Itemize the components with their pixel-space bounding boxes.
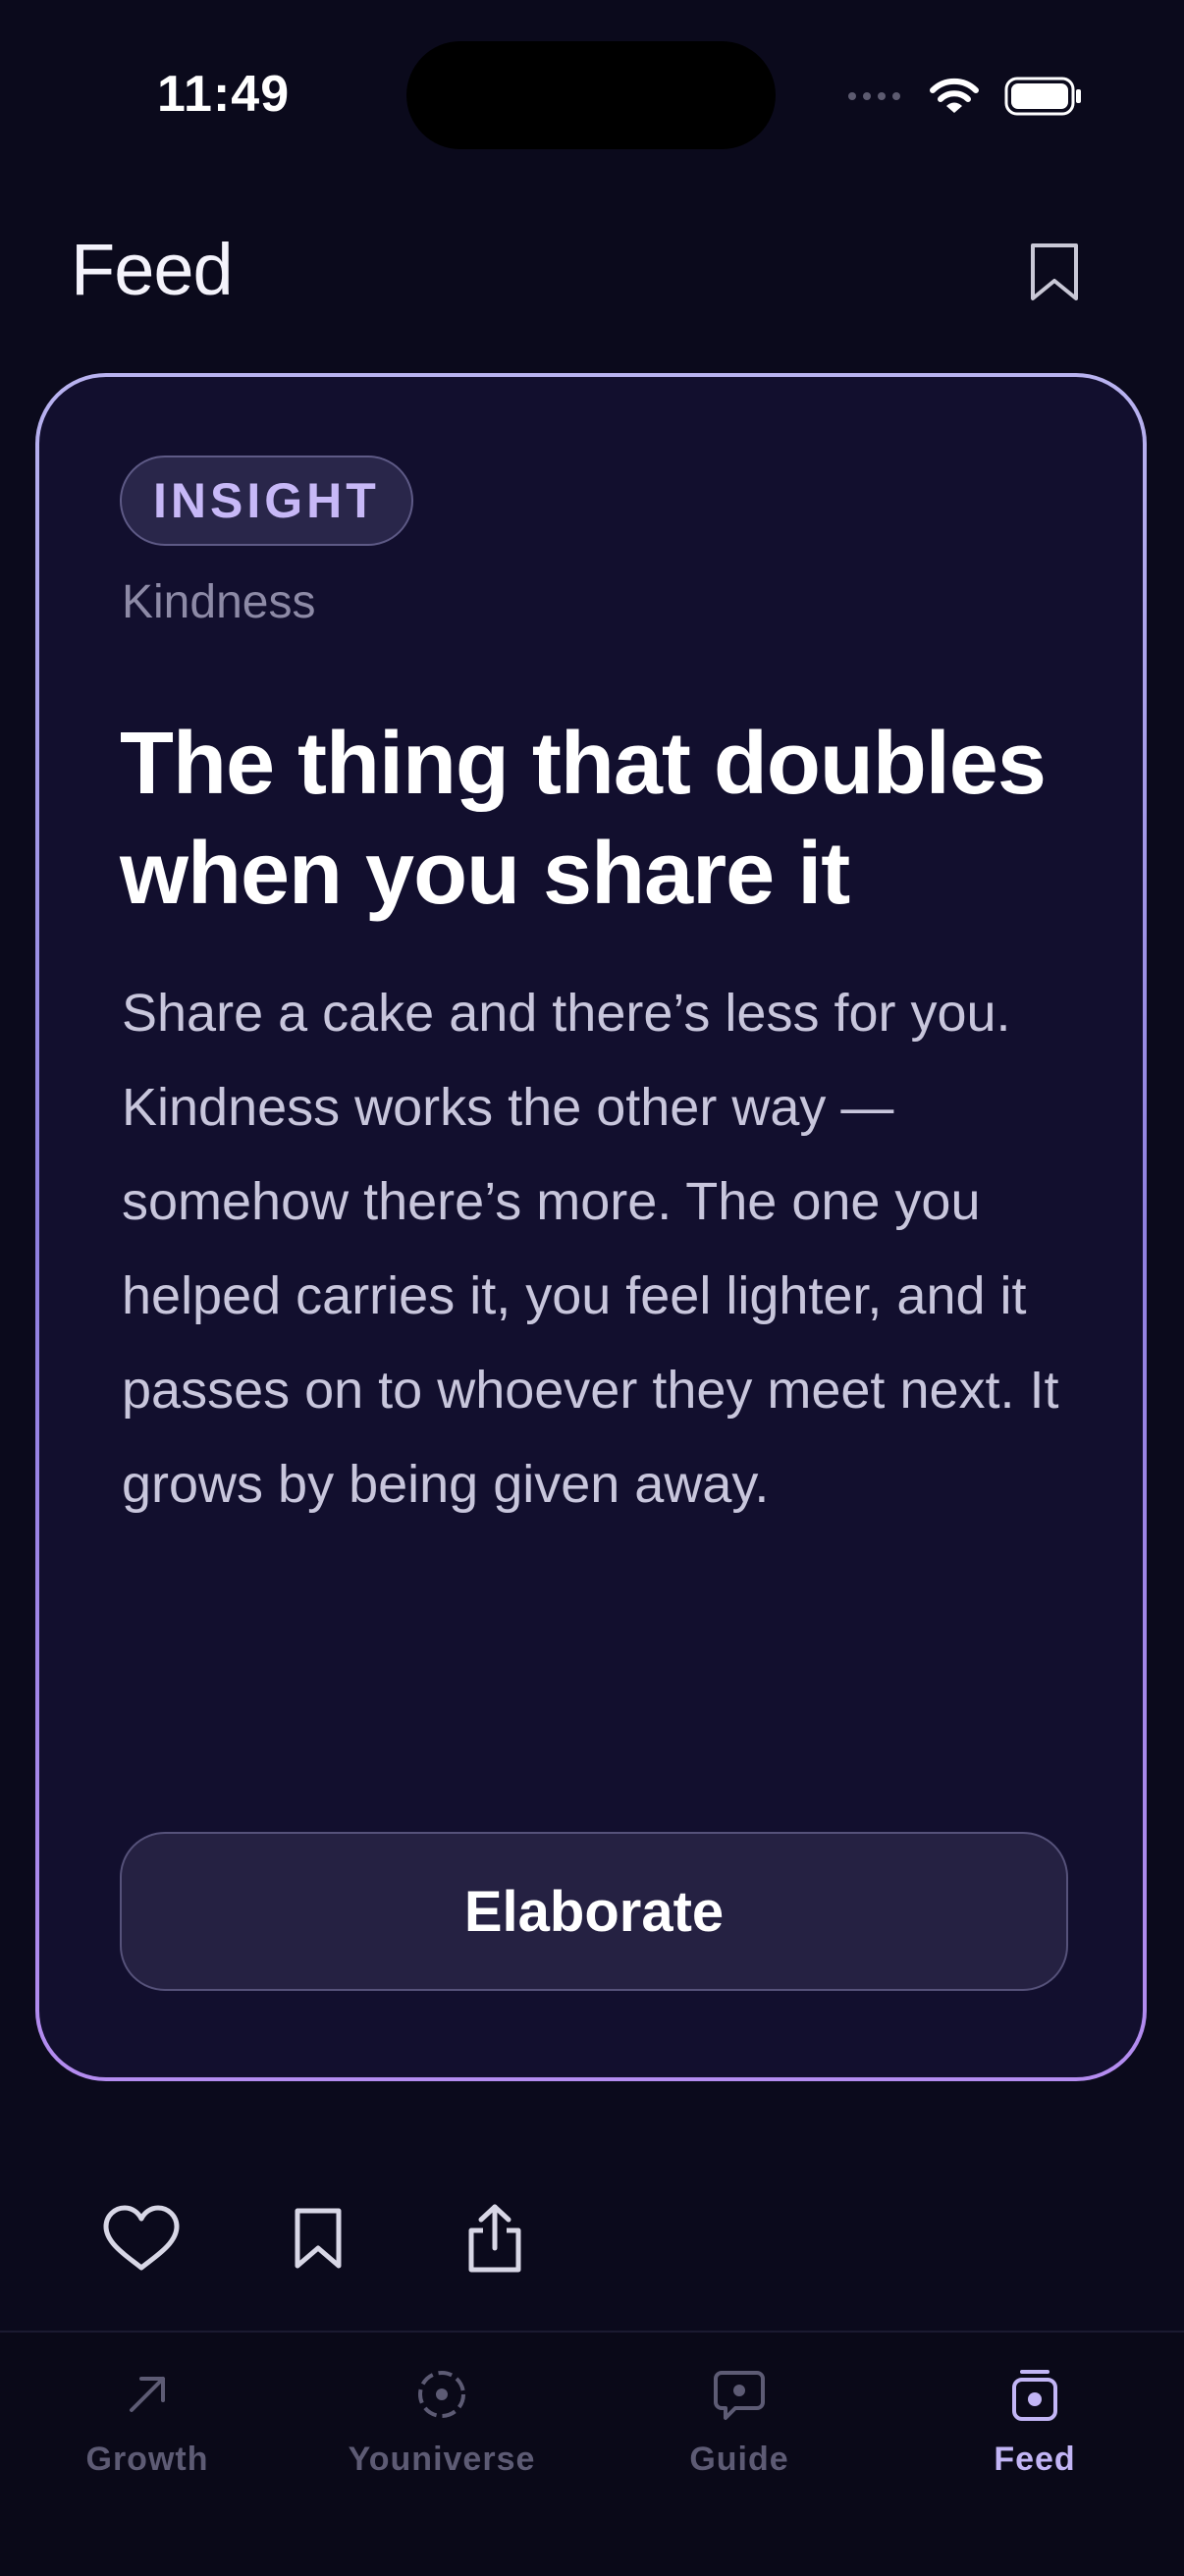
wifi-icon xyxy=(930,78,979,113)
feed-card-icon xyxy=(1012,2370,1057,2421)
tab-guide[interactable]: Guide xyxy=(621,2362,857,2479)
save-button[interactable] xyxy=(279,2203,357,2274)
tab-label: Guide xyxy=(689,2441,789,2478)
tab-feed[interactable]: Feed xyxy=(917,2362,1153,2479)
dynamic-island xyxy=(406,41,776,149)
page-title: Feed xyxy=(71,229,234,310)
tab-label: Feed xyxy=(994,2441,1076,2478)
bookmark-icon[interactable] xyxy=(1027,242,1082,302)
status-indicators xyxy=(848,69,1083,124)
bookmark-icon xyxy=(295,2208,342,2269)
orbit-icon xyxy=(418,2371,465,2418)
tab-label: Growth xyxy=(85,2441,209,2478)
battery-icon xyxy=(1004,77,1081,116)
tab-label: Youniverse xyxy=(348,2441,536,2478)
insight-badge: INSIGHT xyxy=(120,456,413,546)
card-title: The thing that doubles when you share it xyxy=(120,715,1047,923)
tab-youniverse[interactable]: Youniverse xyxy=(324,2362,560,2479)
share-icon xyxy=(468,2204,521,2273)
elaborate-button[interactable]: Elaborate xyxy=(120,1832,1068,1991)
share-button[interactable] xyxy=(456,2203,534,2274)
tab-bar: Growth Youniverse Guide Feed xyxy=(0,2331,1184,2576)
insight-card: INSIGHT Kindness The thing that doubles … xyxy=(35,373,1147,2081)
signal-dots-icon xyxy=(848,92,900,100)
card-body: Share a cake and there’s less for you. K… xyxy=(122,984,1059,1514)
card-category: Kindness xyxy=(122,576,316,628)
status-time: 11:49 xyxy=(157,66,291,123)
tab-growth[interactable]: Growth xyxy=(29,2362,265,2479)
heart-icon xyxy=(103,2205,180,2271)
like-button[interactable] xyxy=(102,2203,181,2274)
chat-bubble-icon xyxy=(714,2371,765,2420)
arrow-up-right-icon xyxy=(130,2377,165,2412)
